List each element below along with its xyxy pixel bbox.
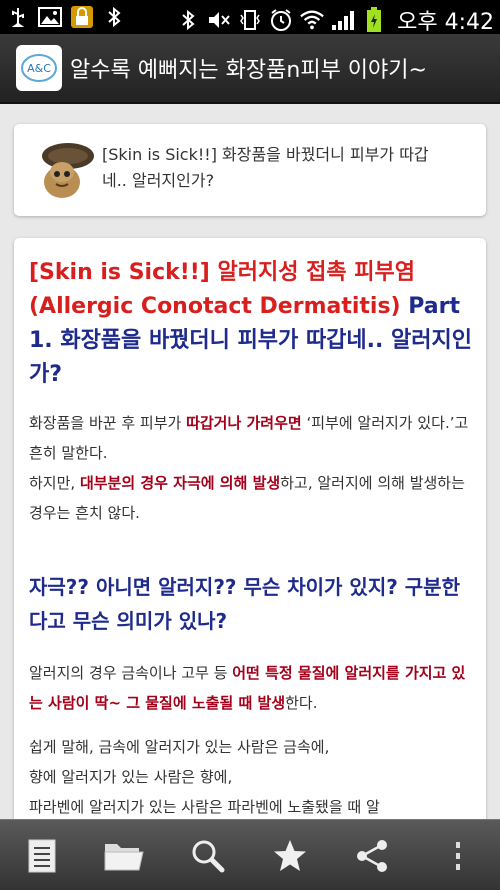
status-left bbox=[6, 5, 126, 29]
overflow-menu-icon[interactable] bbox=[436, 834, 480, 878]
list-icon[interactable] bbox=[20, 834, 64, 878]
paragraph-4-line-1: 쉽게 말해, 금속에 알러지가 있는 사람은 금속에, bbox=[29, 738, 330, 756]
signal-icon bbox=[331, 8, 355, 32]
bluetooth-icon bbox=[176, 8, 200, 32]
alarm-icon bbox=[269, 8, 293, 32]
emphasis: 따갑거나 가려우면 bbox=[186, 414, 302, 432]
action-bar: A&C 알수록 예뻐지는 화장품n피부 이야기~ bbox=[0, 34, 500, 104]
share-icon[interactable] bbox=[350, 834, 394, 878]
content-area[interactable]: [Skin is Sick!!] 화장품을 바꿨더니 피부가 따갑네.. 알러지… bbox=[0, 104, 500, 819]
post-preview-title[interactable]: [Skin is Sick!!] 화장품을 바꿨더니 피부가 따갑네.. 알러지… bbox=[102, 142, 452, 194]
section-heading: 자극?? 아니면 알러지?? 무슨 차이가 있지? 구분한다고 무슨 의미가 있… bbox=[29, 575, 460, 633]
mute-icon bbox=[207, 8, 231, 32]
paragraph-3: 알러지의 경우 금속이나 고무 등 어떤 특정 물질에 알러지를 가지고 있는 … bbox=[29, 664, 466, 712]
paragraph-1: 화장품을 바꾼 후 피부가 따갑거나 가려우면 ‘피부에 알러지가 있다.’고 … bbox=[29, 414, 469, 462]
post-thumbnail bbox=[36, 138, 106, 202]
paragraph-4-line-3: 파라벤에 알러지가 있는 사람은 파라벤에 노출됐을 때 알 bbox=[29, 798, 380, 816]
paragraph-2: 하지만, 대부분의 경우 자극에 의해 발생하고, 알러지에 의해 발생하는 경… bbox=[29, 474, 465, 522]
svg-text:A&C: A&C bbox=[27, 62, 51, 75]
paragraph-4-line-2: 향에 알러지가 있는 사람은 향에, bbox=[29, 768, 233, 786]
usb-icon bbox=[6, 5, 30, 29]
folder-icon[interactable] bbox=[102, 834, 146, 878]
lock-icon bbox=[70, 5, 94, 29]
image-icon bbox=[38, 5, 62, 29]
star-icon[interactable] bbox=[268, 834, 312, 878]
app-title: 알수록 예뻐지는 화장품n피부 이야기~ bbox=[70, 58, 427, 83]
vibrate-icon bbox=[238, 8, 262, 32]
wifi-icon bbox=[300, 8, 324, 32]
search-icon[interactable] bbox=[186, 834, 230, 878]
status-bar: 오후 4:42 bbox=[0, 0, 500, 36]
app-logo[interactable]: A&C bbox=[16, 45, 62, 91]
post-preview-card[interactable]: [Skin is Sick!!] 화장품을 바꿨더니 피부가 따갑네.. 알러지… bbox=[14, 124, 486, 216]
article-body: [Skin is Sick!!] 알러지성 접촉 피부염 (Allergic C… bbox=[29, 256, 475, 819]
bluetooth-icon bbox=[102, 5, 126, 29]
emphasis: 대부분의 경우 자극에 의해 발생 bbox=[79, 474, 281, 492]
bottom-toolbar bbox=[0, 819, 500, 890]
battery-icon bbox=[362, 7, 386, 32]
article-title: [Skin is Sick!!] 알러지성 접촉 피부염 (Allergic C… bbox=[29, 256, 475, 392]
article-card: [Skin is Sick!!] 알러지성 접촉 피부염 (Allergic C… bbox=[14, 238, 486, 819]
status-right: 오후 4:42 bbox=[176, 4, 494, 36]
clock: 오후 4:42 bbox=[397, 10, 494, 35]
article-title-red: [Skin is Sick!!] 알러지성 접촉 피부염 (Allergic C… bbox=[29, 260, 416, 319]
